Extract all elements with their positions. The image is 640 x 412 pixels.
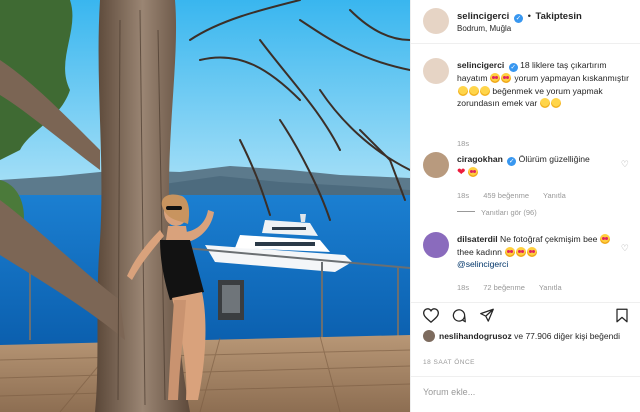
laughing-emoji-icon xyxy=(468,85,479,96)
heart-eyes-emoji-icon xyxy=(526,246,537,257)
caption-text-3: beğenmek ve yorum yapmak zorundasın emek… xyxy=(457,85,603,109)
view-replies-label: Yanıtları gör (96) xyxy=(481,208,537,217)
reply-button[interactable]: Yanıtla xyxy=(543,191,566,200)
comment-text-1: Ne fotoğraf çekmişim bee xyxy=(499,234,598,244)
laughing-emoji-icon xyxy=(479,85,490,96)
heart-eyes-emoji-icon xyxy=(501,73,512,83)
comment-likes[interactable]: 72 beğenme xyxy=(483,283,525,292)
comment-likes[interactable]: 459 beğenme xyxy=(483,191,529,200)
post-header: selincigerci ✓ • Takiptesin Bodrum, Muğl… xyxy=(411,0,640,44)
comment-text-2: thee kadınn xyxy=(457,246,502,257)
reply-button[interactable]: Yanıtla xyxy=(539,283,562,292)
caption-username[interactable]: selincigerci xyxy=(457,60,504,70)
red-heart-emoji-icon: ❤ xyxy=(457,167,466,178)
comment-mention[interactable]: @selincigerci xyxy=(457,259,508,269)
separator-dot: • xyxy=(527,11,531,22)
heart-eyes-emoji-icon xyxy=(504,246,515,257)
heart-eyes-emoji-icon xyxy=(468,167,479,177)
share-icon[interactable] xyxy=(479,308,495,323)
comment-like-heart-icon[interactable]: ♡ xyxy=(621,242,629,255)
action-bar xyxy=(411,302,640,326)
post-sidebar: selincigerci ✓ • Takiptesin Bodrum, Muğl… xyxy=(410,0,640,412)
likes-summary[interactable]: neslihandogrusoz ve 77.906 diğer kişi be… xyxy=(423,330,633,342)
commenter-username[interactable]: ciragokhan xyxy=(457,154,503,164)
liker-avatar xyxy=(423,330,435,342)
add-comment-bar xyxy=(411,376,640,412)
caption-text-2: yorum yapmayan kıskanmıştır xyxy=(514,73,629,83)
caption-meta: 18s xyxy=(457,138,481,151)
comment-meta: 18s 459 beğenme Yanıtla xyxy=(457,190,578,203)
comment-meta: 18s 72 beğenme Yanıtla xyxy=(457,282,574,295)
caption-avatar[interactable] xyxy=(423,58,449,84)
post-photo[interactable] xyxy=(0,0,410,412)
commenter-username[interactable]: dilsaterdil xyxy=(457,234,498,244)
view-replies[interactable]: Yanıtları gör (96) xyxy=(457,207,537,220)
author-username[interactable]: selincigerci xyxy=(457,11,509,22)
post-photo-image xyxy=(0,0,410,412)
commenter-avatar[interactable] xyxy=(423,152,449,178)
replies-line xyxy=(457,211,475,212)
verified-badge-icon: ✓ xyxy=(508,63,518,72)
comment-icon[interactable] xyxy=(451,308,467,323)
author-avatar[interactable] xyxy=(423,8,449,34)
comment-like-heart-icon[interactable]: ♡ xyxy=(621,158,629,171)
bookmark-icon[interactable] xyxy=(615,308,629,323)
verified-badge-icon: ✓ xyxy=(513,14,523,23)
heart-icon[interactable] xyxy=(423,308,439,323)
heart-eyes-emoji-icon xyxy=(515,246,526,257)
comment-age[interactable]: 18s xyxy=(457,191,469,200)
heart-eyes-emoji-icon xyxy=(490,73,501,83)
laughing-emoji-icon xyxy=(457,85,468,96)
verified-badge-icon: ✓ xyxy=(507,157,517,166)
liker-username[interactable]: neslihandogrusoz xyxy=(439,331,512,341)
commenter-avatar[interactable] xyxy=(423,232,449,258)
follow-status-button[interactable]: Takiptesin xyxy=(536,11,582,22)
caption-age[interactable]: 18s xyxy=(457,139,469,148)
caption: selincigerci ✓ 18 liklere taş çıkartırım… xyxy=(411,58,640,148)
comment: dilsaterdil Ne fotoğraf çekmişim bee the… xyxy=(411,232,640,296)
laughing-emoji-icon xyxy=(551,98,562,108)
comment-text: Ölürüm güzelliğine xyxy=(518,154,590,164)
comment-input[interactable] xyxy=(423,387,623,397)
heart-eyes-emoji-icon xyxy=(600,234,611,244)
comment: ciragokhan ✓ Ölürüm güzelliğine ❤ ♡ 18s … xyxy=(411,152,640,222)
laughing-emoji-icon xyxy=(540,98,551,108)
post-location[interactable]: Bodrum, Muğla xyxy=(457,24,511,33)
post-timestamp[interactable]: 18 SAAT ÖNCE xyxy=(423,359,475,366)
comment-age[interactable]: 18s xyxy=(457,283,469,292)
likes-text: ve 77.906 diğer kişi beğendi xyxy=(514,331,620,341)
